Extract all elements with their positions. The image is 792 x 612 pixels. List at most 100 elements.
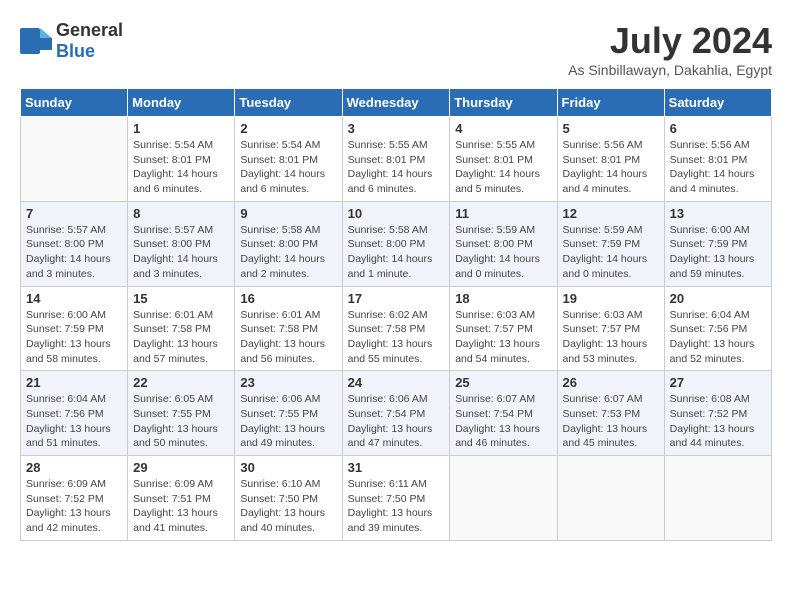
day-number: 30 [240,460,336,475]
day-info: Sunrise: 5:58 AM Sunset: 8:00 PM Dayligh… [240,223,336,282]
day-number: 12 [563,206,659,221]
calendar-week-row: 7 Sunrise: 5:57 AM Sunset: 8:00 PM Daylig… [21,201,772,286]
day-info: Sunrise: 5:57 AM Sunset: 8:00 PM Dayligh… [26,223,122,282]
day-info: Sunrise: 6:09 AM Sunset: 7:52 PM Dayligh… [26,477,122,536]
day-number: 20 [670,291,766,306]
calendar-cell: 26 Sunrise: 6:07 AM Sunset: 7:53 PM Dayli… [557,371,664,456]
day-number: 26 [563,375,659,390]
calendar-cell: 15 Sunrise: 6:01 AM Sunset: 7:58 PM Dayli… [128,286,235,371]
day-info: Sunrise: 5:55 AM Sunset: 8:01 PM Dayligh… [455,138,551,197]
calendar-header-row: Sunday Monday Tuesday Wednesday Thursday… [21,89,772,117]
calendar-cell: 28 Sunrise: 6:09 AM Sunset: 7:52 PM Dayli… [21,456,128,541]
day-number: 1 [133,121,229,136]
day-number: 23 [240,375,336,390]
day-info: Sunrise: 6:07 AM Sunset: 7:54 PM Dayligh… [455,392,551,451]
location-text: As Sinbillawayn, Dakahlia, Egypt [568,62,772,78]
logo: General Blue [20,20,123,62]
col-sunday: Sunday [21,89,128,117]
day-info: Sunrise: 5:56 AM Sunset: 8:01 PM Dayligh… [670,138,766,197]
day-info: Sunrise: 6:06 AM Sunset: 7:54 PM Dayligh… [348,392,445,451]
day-info: Sunrise: 6:05 AM Sunset: 7:55 PM Dayligh… [133,392,229,451]
calendar-cell: 8 Sunrise: 5:57 AM Sunset: 8:00 PM Daylig… [128,201,235,286]
calendar-cell: 21 Sunrise: 6:04 AM Sunset: 7:56 PM Dayli… [21,371,128,456]
calendar-cell: 29 Sunrise: 6:09 AM Sunset: 7:51 PM Dayli… [128,456,235,541]
col-thursday: Thursday [450,89,557,117]
day-info: Sunrise: 6:04 AM Sunset: 7:56 PM Dayligh… [26,392,122,451]
logo-icon [20,28,52,54]
day-number: 28 [26,460,122,475]
day-info: Sunrise: 5:59 AM Sunset: 7:59 PM Dayligh… [563,223,659,282]
calendar-cell: 10Sunrise: 5:58 AM Sunset: 8:00 PM Dayli… [342,201,450,286]
calendar-cell: 17 Sunrise: 6:02 AM Sunset: 7:58 PM Dayli… [342,286,450,371]
col-saturday: Saturday [664,89,771,117]
day-info: Sunrise: 6:00 AM Sunset: 7:59 PM Dayligh… [26,308,122,367]
col-friday: Friday [557,89,664,117]
calendar-week-row: 21 Sunrise: 6:04 AM Sunset: 7:56 PM Dayli… [21,371,772,456]
col-tuesday: Tuesday [235,89,342,117]
calendar-cell: 11 Sunrise: 5:59 AM Sunset: 8:00 PM Dayli… [450,201,557,286]
day-number: 24 [348,375,445,390]
day-info: Sunrise: 6:07 AM Sunset: 7:53 PM Dayligh… [563,392,659,451]
day-info: Sunrise: 6:01 AM Sunset: 7:58 PM Dayligh… [133,308,229,367]
day-info: Sunrise: 5:59 AM Sunset: 8:00 PM Dayligh… [455,223,551,282]
day-number: 11 [455,206,551,221]
day-info: Sunrise: 5:57 AM Sunset: 8:00 PM Dayligh… [133,223,229,282]
day-info: Sunrise: 5:54 AM Sunset: 8:01 PM Dayligh… [133,138,229,197]
calendar-cell: 31 Sunrise: 6:11 AM Sunset: 7:50 PM Dayli… [342,456,450,541]
calendar-cell: 1 Sunrise: 5:54 AM Sunset: 8:01 PM Daylig… [128,117,235,202]
day-number: 9 [240,206,336,221]
day-number: 2 [240,121,336,136]
day-info: Sunrise: 6:09 AM Sunset: 7:51 PM Dayligh… [133,477,229,536]
day-number: 13 [670,206,766,221]
day-info: Sunrise: 5:55 AM Sunset: 8:01 PM Dayligh… [348,138,445,197]
day-info: Sunrise: 6:00 AM Sunset: 7:59 PM Dayligh… [670,223,766,282]
calendar-week-row: 1 Sunrise: 5:54 AM Sunset: 8:01 PM Daylig… [21,117,772,202]
calendar-cell: 27 Sunrise: 6:08 AM Sunset: 7:52 PM Dayli… [664,371,771,456]
day-number: 8 [133,206,229,221]
calendar-cell: 23Sunrise: 6:06 AM Sunset: 7:55 PM Dayli… [235,371,342,456]
day-number: 3 [348,121,445,136]
day-info: Sunrise: 6:01 AM Sunset: 7:58 PM Dayligh… [240,308,336,367]
calendar-cell: 22 Sunrise: 6:05 AM Sunset: 7:55 PM Dayli… [128,371,235,456]
day-info: Sunrise: 6:08 AM Sunset: 7:52 PM Dayligh… [670,392,766,451]
day-info: Sunrise: 6:04 AM Sunset: 7:56 PM Dayligh… [670,308,766,367]
calendar-cell: 5Sunrise: 5:56 AM Sunset: 8:01 PM Daylig… [557,117,664,202]
day-info: Sunrise: 6:03 AM Sunset: 7:57 PM Dayligh… [563,308,659,367]
day-number: 22 [133,375,229,390]
page-header: General Blue July 2024 As Sinbillawayn, … [20,20,772,78]
day-number: 27 [670,375,766,390]
calendar-cell: 6 Sunrise: 5:56 AM Sunset: 8:01 PM Daylig… [664,117,771,202]
col-monday: Monday [128,89,235,117]
calendar-cell [557,456,664,541]
day-info: Sunrise: 5:54 AM Sunset: 8:01 PM Dayligh… [240,138,336,197]
day-info: Sunrise: 6:02 AM Sunset: 7:58 PM Dayligh… [348,308,445,367]
col-wednesday: Wednesday [342,89,450,117]
calendar-cell [21,117,128,202]
day-number: 31 [348,460,445,475]
day-info: Sunrise: 6:11 AM Sunset: 7:50 PM Dayligh… [348,477,445,536]
calendar-cell: 7 Sunrise: 5:57 AM Sunset: 8:00 PM Daylig… [21,201,128,286]
day-number: 16 [240,291,336,306]
day-number: 29 [133,460,229,475]
day-number: 25 [455,375,551,390]
calendar-cell: 19 Sunrise: 6:03 AM Sunset: 7:57 PM Dayli… [557,286,664,371]
day-number: 6 [670,121,766,136]
month-title: July 2024 [568,20,772,62]
calendar-cell: 13 Sunrise: 6:00 AM Sunset: 7:59 PM Dayli… [664,201,771,286]
logo-general-text: General [56,20,123,40]
day-number: 21 [26,375,122,390]
day-number: 7 [26,206,122,221]
calendar-week-row: 28 Sunrise: 6:09 AM Sunset: 7:52 PM Dayli… [21,456,772,541]
calendar-cell: 4 Sunrise: 5:55 AM Sunset: 8:01 PM Daylig… [450,117,557,202]
day-number: 15 [133,291,229,306]
day-number: 19 [563,291,659,306]
calendar-cell: 12 Sunrise: 5:59 AM Sunset: 7:59 PM Dayli… [557,201,664,286]
day-info: Sunrise: 6:10 AM Sunset: 7:50 PM Dayligh… [240,477,336,536]
day-number: 17 [348,291,445,306]
day-info: Sunrise: 6:03 AM Sunset: 7:57 PM Dayligh… [455,308,551,367]
title-block: July 2024 As Sinbillawayn, Dakahlia, Egy… [568,20,772,78]
day-info: Sunrise: 5:58 AM Sunset: 8:00 PM Dayligh… [348,223,445,282]
day-number: 18 [455,291,551,306]
day-number: 4 [455,121,551,136]
day-number: 14 [26,291,122,306]
